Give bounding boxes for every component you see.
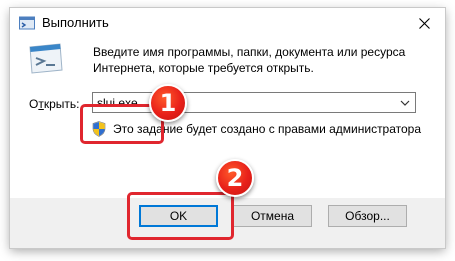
open-label-prefix: О (29, 97, 39, 111)
description-line-2: Интернета, которые требуется открыть. (93, 61, 314, 75)
admin-note: Это задание будет создано с правами адми… (113, 122, 422, 136)
open-label: Открыть: (29, 97, 79, 111)
run-dialog: Выполнить Введите имя программы, папки, … (10, 8, 445, 248)
ok-button[interactable]: OK (139, 205, 218, 227)
run-program-icon (29, 43, 63, 74)
title-bar: Выполнить (10, 8, 445, 38)
close-icon (418, 17, 430, 29)
close-button[interactable] (403, 8, 445, 38)
open-label-suffix: крыть: (43, 97, 80, 111)
window-title: Выполнить (42, 15, 109, 30)
run-icon (19, 16, 35, 30)
chevron-down-icon[interactable] (400, 98, 410, 108)
step-badge-2: 2 (216, 159, 254, 197)
step-badge-1: 1 (149, 84, 187, 122)
description-line-1: Введите имя программы, папки, документа … (93, 45, 406, 59)
open-combobox[interactable]: slui.exe (92, 92, 416, 113)
uac-shield-icon (92, 121, 106, 137)
description: Введите имя программы, папки, документа … (93, 44, 433, 76)
browse-button[interactable]: Обзор... (328, 205, 407, 227)
open-input-value[interactable]: slui.exe (97, 96, 138, 110)
cancel-button[interactable]: Отмена (233, 205, 312, 227)
